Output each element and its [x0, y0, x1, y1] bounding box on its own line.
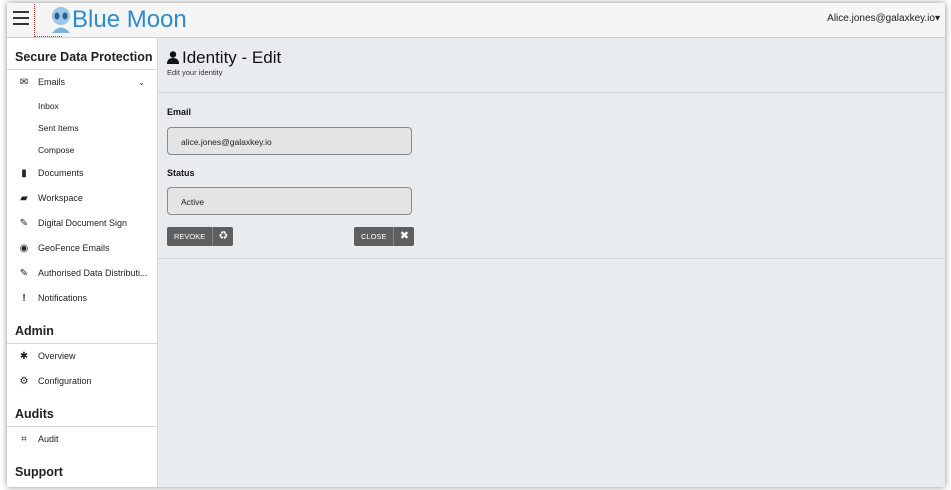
globe-icon: ◉ — [19, 243, 29, 254]
revoke-button-label: REVOKE — [174, 232, 206, 241]
gear-icon: ✱ — [19, 351, 29, 362]
sidebar-item-notifications[interactable]: ! Notifications — [7, 286, 157, 311]
section-title-support: Support — [15, 465, 63, 479]
sidebar-item-geofence-emails[interactable]: ◉ GeoFence Emails — [7, 236, 157, 261]
chevron-down-icon: ⌄ — [138, 78, 145, 87]
envelope-icon: ✉ — [19, 77, 29, 88]
sidebar: Secure Data Protection ✉ Emails ⌄ Inbox … — [7, 38, 158, 487]
top-bar: Blue Moon Alice.jones@galaxkey.io▾ — [7, 3, 945, 38]
sidebar-item-label: Audit — [38, 434, 59, 444]
chevron-down-icon: ▾ — [934, 13, 940, 24]
sidebar-item-documents[interactable]: ▮ Documents — [7, 161, 157, 186]
user-icon — [167, 51, 179, 64]
revoke-button[interactable]: REVOKE ♻ — [167, 227, 234, 246]
sidebar-item-label: Emails — [38, 77, 66, 87]
sidebar-item-audit[interactable]: ⌗ Audit — [7, 427, 157, 452]
sidebar-item-digital-document-sign[interactable]: ✎ Digital Document Sign — [7, 211, 157, 236]
form-divider — [158, 258, 945, 259]
sidebar-item-label: Documents — [38, 168, 84, 178]
header-divider — [158, 92, 945, 93]
gears-icon: ⚙ — [19, 376, 29, 387]
app-title: Blue Moon — [72, 6, 187, 33]
binoculars-icon: ⌗ — [21, 434, 27, 445]
sidebar-item-label: Notifications — [38, 293, 88, 303]
folder-open-icon: ▰ — [20, 193, 28, 204]
sidebar-item-label: Digital Document Sign — [38, 218, 128, 228]
main-content: Identity - Edit Edit your identity Email… — [158, 38, 945, 487]
sidebar-item-configuration[interactable]: ⚙ Configuration — [7, 369, 157, 394]
sidebar-item-authorised-data-distribution[interactable]: ✎ Authorised Data Distributi... — [7, 261, 157, 286]
sidebar-item-label: Workspace — [38, 193, 83, 203]
sidebar-item-workspace[interactable]: ▰ Workspace — [7, 186, 157, 211]
exclamation-icon: ! — [22, 293, 26, 304]
page-subtitle: Edit your identity — [167, 68, 223, 77]
sidebar-subitem-inbox[interactable]: Inbox — [7, 95, 157, 117]
close-icon: ✖ — [393, 227, 414, 246]
sidebar-item-label: Overview — [38, 351, 76, 361]
email-label: Email — [167, 107, 192, 117]
sidebar-item-label: Configuration — [38, 376, 92, 386]
recycle-icon: ♻ — [212, 227, 233, 246]
status-label: Status — [167, 168, 195, 178]
hamburger-menu-icon[interactable] — [13, 11, 29, 25]
page-title: Identity - Edit — [167, 48, 281, 68]
pencil-icon: ✎ — [19, 268, 29, 279]
close-button[interactable]: CLOSE ✖ — [354, 227, 415, 246]
alien-logo-icon — [52, 7, 70, 33]
app-window: Blue Moon Alice.jones@galaxkey.io▾ Secur… — [7, 3, 945, 487]
user-menu[interactable]: Alice.jones@galaxkey.io▾ — [827, 13, 940, 24]
user-email: Alice.jones@galaxkey.io — [827, 13, 935, 24]
section-title-admin: Admin — [7, 319, 157, 344]
sidebar-item-emails[interactable]: ✉ Emails ⌄ — [7, 70, 157, 95]
sidebar-subitem-compose[interactable]: Compose — [7, 139, 157, 161]
section-title-secure-data-protection: Secure Data Protection — [7, 45, 157, 70]
page-header: Identity - Edit Edit your identity — [167, 48, 281, 77]
pencil-icon: ✎ — [19, 218, 29, 229]
status-field[interactable]: Active — [167, 187, 412, 215]
section-title-audits: Audits — [7, 402, 157, 427]
sidebar-item-overview[interactable]: ✱ Overview — [7, 344, 157, 369]
document-icon: ▮ — [21, 168, 27, 179]
email-field[interactable]: alice.jones@galaxkey.io — [167, 127, 412, 155]
sidebar-item-label: GeoFence Emails — [38, 243, 110, 253]
page-title-text: Identity - Edit — [182, 48, 282, 67]
close-button-label: CLOSE — [361, 232, 387, 241]
sidebar-item-label: Authorised Data Distributi... — [38, 268, 148, 278]
sidebar-subitem-sent-items[interactable]: Sent Items — [7, 117, 157, 139]
